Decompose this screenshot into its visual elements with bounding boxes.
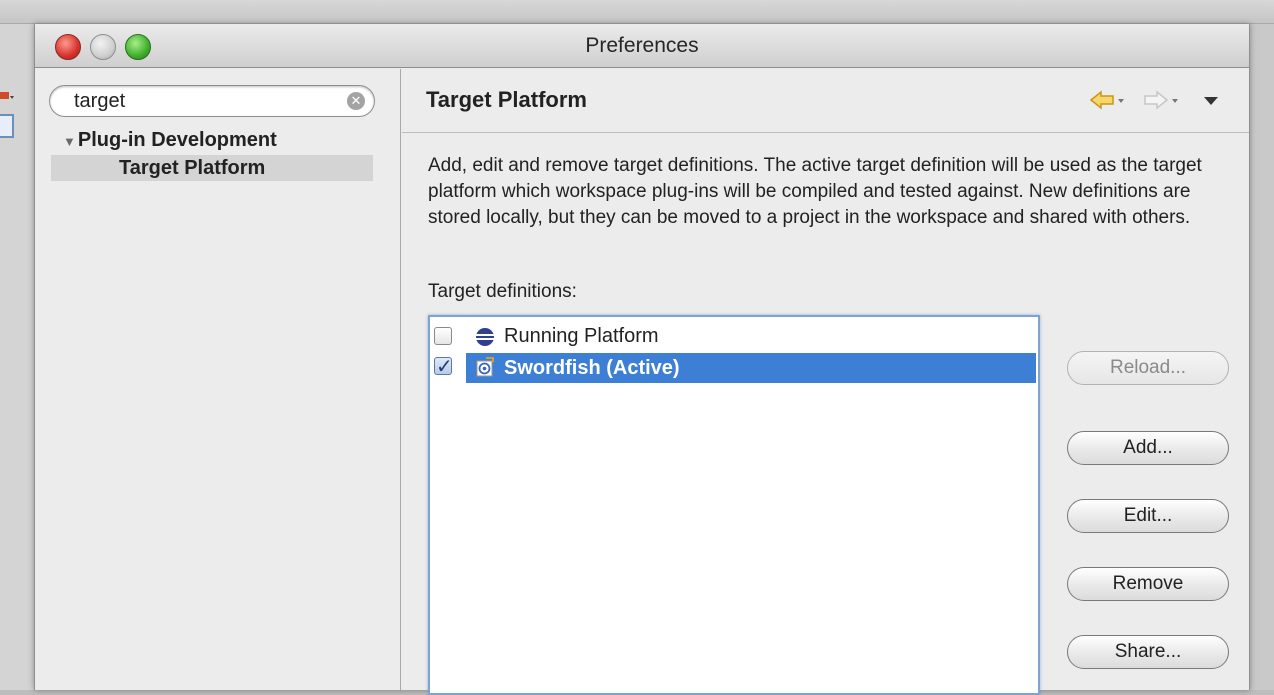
edit-button[interactable]: Edit... bbox=[1067, 499, 1229, 533]
disclosure-triangle-icon[interactable]: ▼ bbox=[63, 134, 76, 149]
back-arrow-icon[interactable] bbox=[1089, 87, 1129, 113]
tree-item-label: Target Platform bbox=[119, 157, 266, 179]
checkbox[interactable]: ✓ bbox=[434, 356, 453, 378]
tree-group-label: Plug-in Development bbox=[77, 129, 277, 151]
tree-item-target-platform[interactable]: Target Platform bbox=[51, 155, 373, 181]
page-description: Add, edit and remove target definitions.… bbox=[428, 155, 1202, 228]
tree-item-plugin-development[interactable]: ▼ Plug-in Development bbox=[63, 127, 277, 153]
remove-button[interactable]: Remove bbox=[1067, 567, 1229, 601]
target-definitions-list[interactable]: Running Platform ✓ Swordfish (Active) bbox=[428, 315, 1040, 695]
add-button[interactable]: Add... bbox=[1067, 431, 1229, 465]
list-item[interactable]: Running Platform bbox=[430, 321, 1038, 351]
share-button[interactable]: Share... bbox=[1067, 635, 1229, 669]
filter-search-field[interactable]: target ✕ bbox=[49, 85, 375, 117]
forward-arrow-icon[interactable] bbox=[1143, 87, 1183, 113]
window-title: Preferences bbox=[585, 34, 699, 57]
page-header: Target Platform bbox=[402, 69, 1249, 133]
clear-search-icon[interactable]: ✕ bbox=[347, 92, 365, 110]
view-menu-icon[interactable] bbox=[1201, 87, 1221, 113]
target-definitions-label: Target definitions: bbox=[428, 281, 577, 302]
target-icon bbox=[474, 356, 496, 378]
ide-left-background bbox=[0, 24, 34, 690]
title-bar[interactable]: Preferences bbox=[35, 24, 1249, 68]
page-title: Target Platform bbox=[426, 87, 587, 112]
search-input-value[interactable]: target bbox=[74, 86, 125, 116]
list-item[interactable]: ✓ Swordfish (Active) bbox=[430, 351, 1038, 383]
preferences-tree-pane: target ✕ ▼ Plug-in Development Target Pla… bbox=[35, 69, 401, 690]
preferences-window: Preferences target ✕ ▼ Plug-in Developmen… bbox=[34, 24, 1250, 695]
close-button[interactable] bbox=[55, 34, 81, 60]
checkbox[interactable] bbox=[434, 327, 452, 345]
zoom-button[interactable] bbox=[125, 34, 151, 60]
list-item-label: Running Platform bbox=[504, 325, 659, 347]
list-item-label: Swordfish (Active) bbox=[504, 357, 680, 379]
reload-button[interactable]: Reload... bbox=[1067, 351, 1229, 385]
ide-toolbar-background bbox=[0, 0, 1274, 24]
ide-right-background bbox=[1250, 24, 1274, 690]
checkmark-icon: ✓ bbox=[436, 356, 453, 378]
preference-page: Target Platform Add, edit and remove tar… bbox=[402, 69, 1249, 695]
minimize-button[interactable] bbox=[90, 34, 116, 60]
eclipse-icon bbox=[474, 326, 496, 348]
toolbar-icon[interactable] bbox=[0, 82, 16, 106]
panel-icon[interactable] bbox=[0, 114, 14, 138]
